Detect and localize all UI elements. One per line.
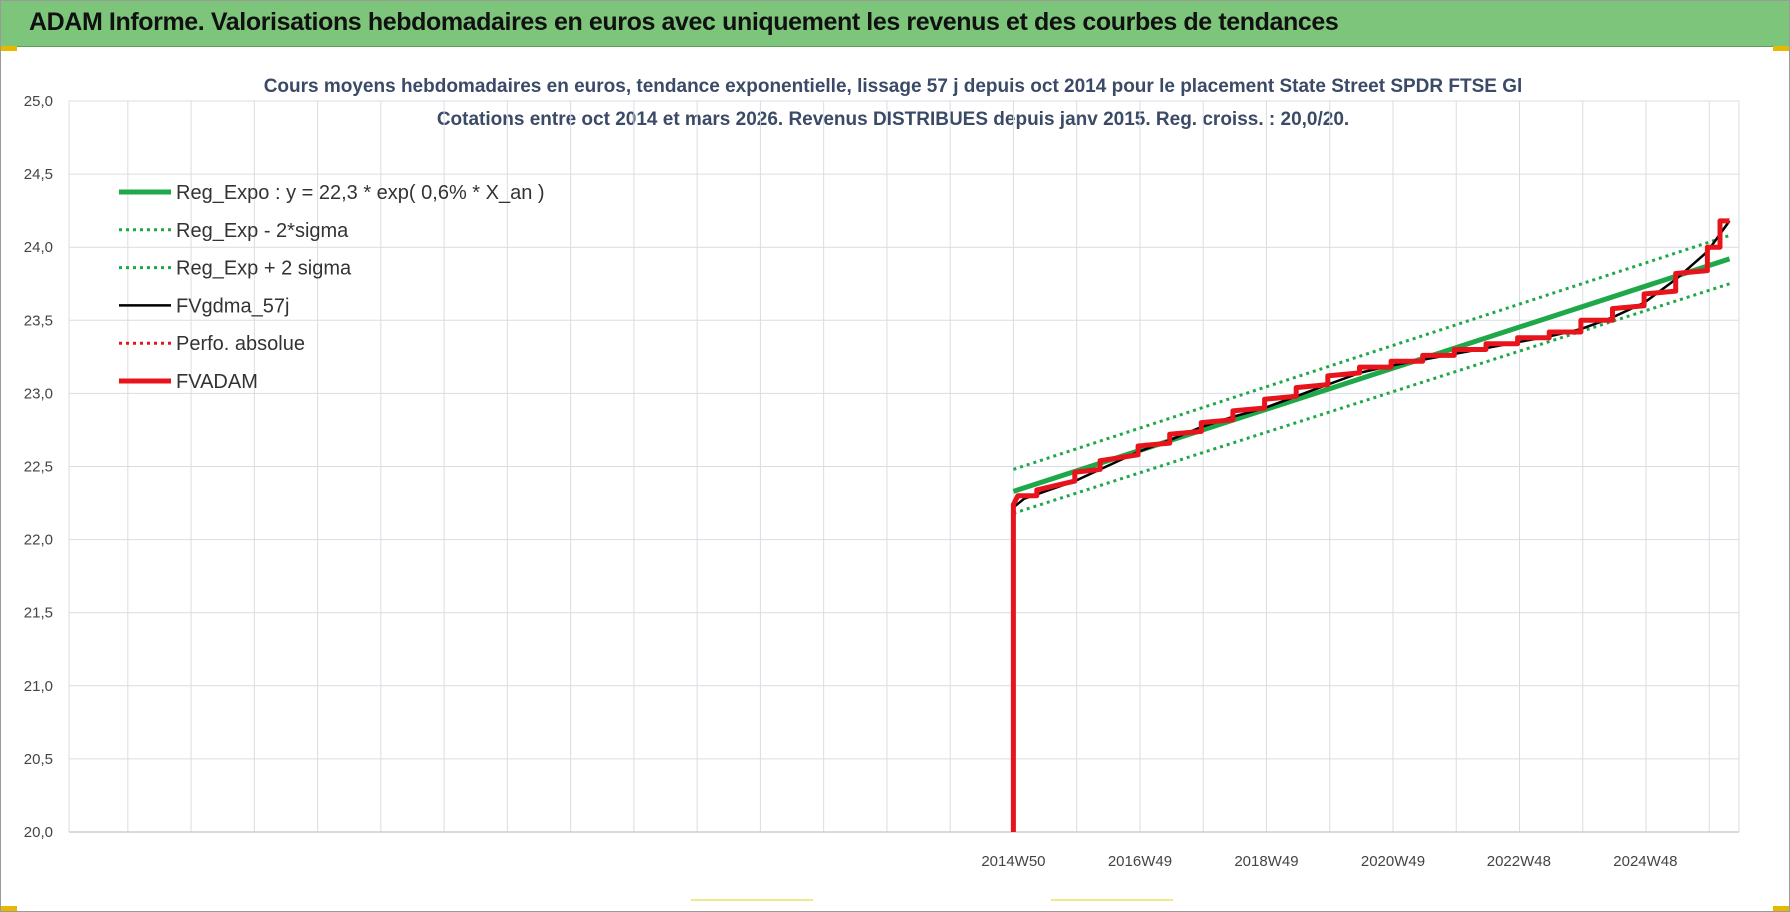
- chart-title: Cours moyens hebdomadaires en euros, ten…: [264, 76, 1523, 97]
- y-tick-label: 22,5: [24, 459, 53, 476]
- y-tick-label: 22,0: [24, 532, 53, 549]
- legend-label: Reg_Expo : y = 22,3 * exp( 0,6% * X_an ): [176, 182, 545, 204]
- chart-series: [1010, 218, 1731, 832]
- series-line-1: [1012, 282, 1730, 515]
- x-tick-label: 2014W50: [981, 853, 1045, 870]
- y-tick-label: 24,0: [24, 239, 53, 256]
- y-tick-label: 23,0: [24, 385, 53, 402]
- series-line-2: [1012, 234, 1730, 471]
- line-chart: Cours moyens hebdomadaires en euros, ten…: [24, 76, 1740, 870]
- report-frame: ADAM Informe. Valorisations hebdomadaire…: [0, 0, 1790, 912]
- x-tick-label: 2016W49: [1108, 853, 1172, 870]
- y-tick-label: 21,5: [24, 605, 53, 622]
- x-tick-label: 2020W49: [1361, 853, 1425, 870]
- y-tick-label: 21,0: [24, 678, 53, 695]
- series-line-3: [1012, 220, 1731, 509]
- y-tick-label: 23,5: [24, 312, 53, 329]
- legend-label: FVADAM: [176, 371, 258, 393]
- legend-label: Reg_Exp + 2 sigma: [176, 258, 352, 280]
- legend-label: Reg_Exp - 2*sigma: [176, 220, 349, 242]
- legend-label: Perfo. absolue: [176, 333, 305, 355]
- y-tick-label: 20,5: [24, 751, 53, 768]
- y-tick-label: 20,0: [24, 824, 53, 841]
- y-tick-label: 25,0: [24, 93, 53, 110]
- legend-label: FVgdma_57j: [176, 295, 289, 317]
- chart-axes: 20,0 20,5 21,0 21,5 22,0 22,5 23,0 23,5 24,0 24,5…: [24, 93, 1739, 870]
- chart-legend: Reg_Expo : y = 22,3 * exp( 0,6% * X_an )…: [119, 182, 545, 393]
- x-tick-label: 2018W49: [1234, 853, 1298, 870]
- chart-gridlines: [68, 100, 1740, 833]
- y-tick-label: 24,5: [24, 166, 53, 183]
- x-tick-label: 2024W48: [1613, 853, 1677, 870]
- chart-subtitle: Cotations entre oct 2014 et mars 2026. R…: [437, 109, 1349, 130]
- x-tick-label: 2022W48: [1487, 853, 1551, 870]
